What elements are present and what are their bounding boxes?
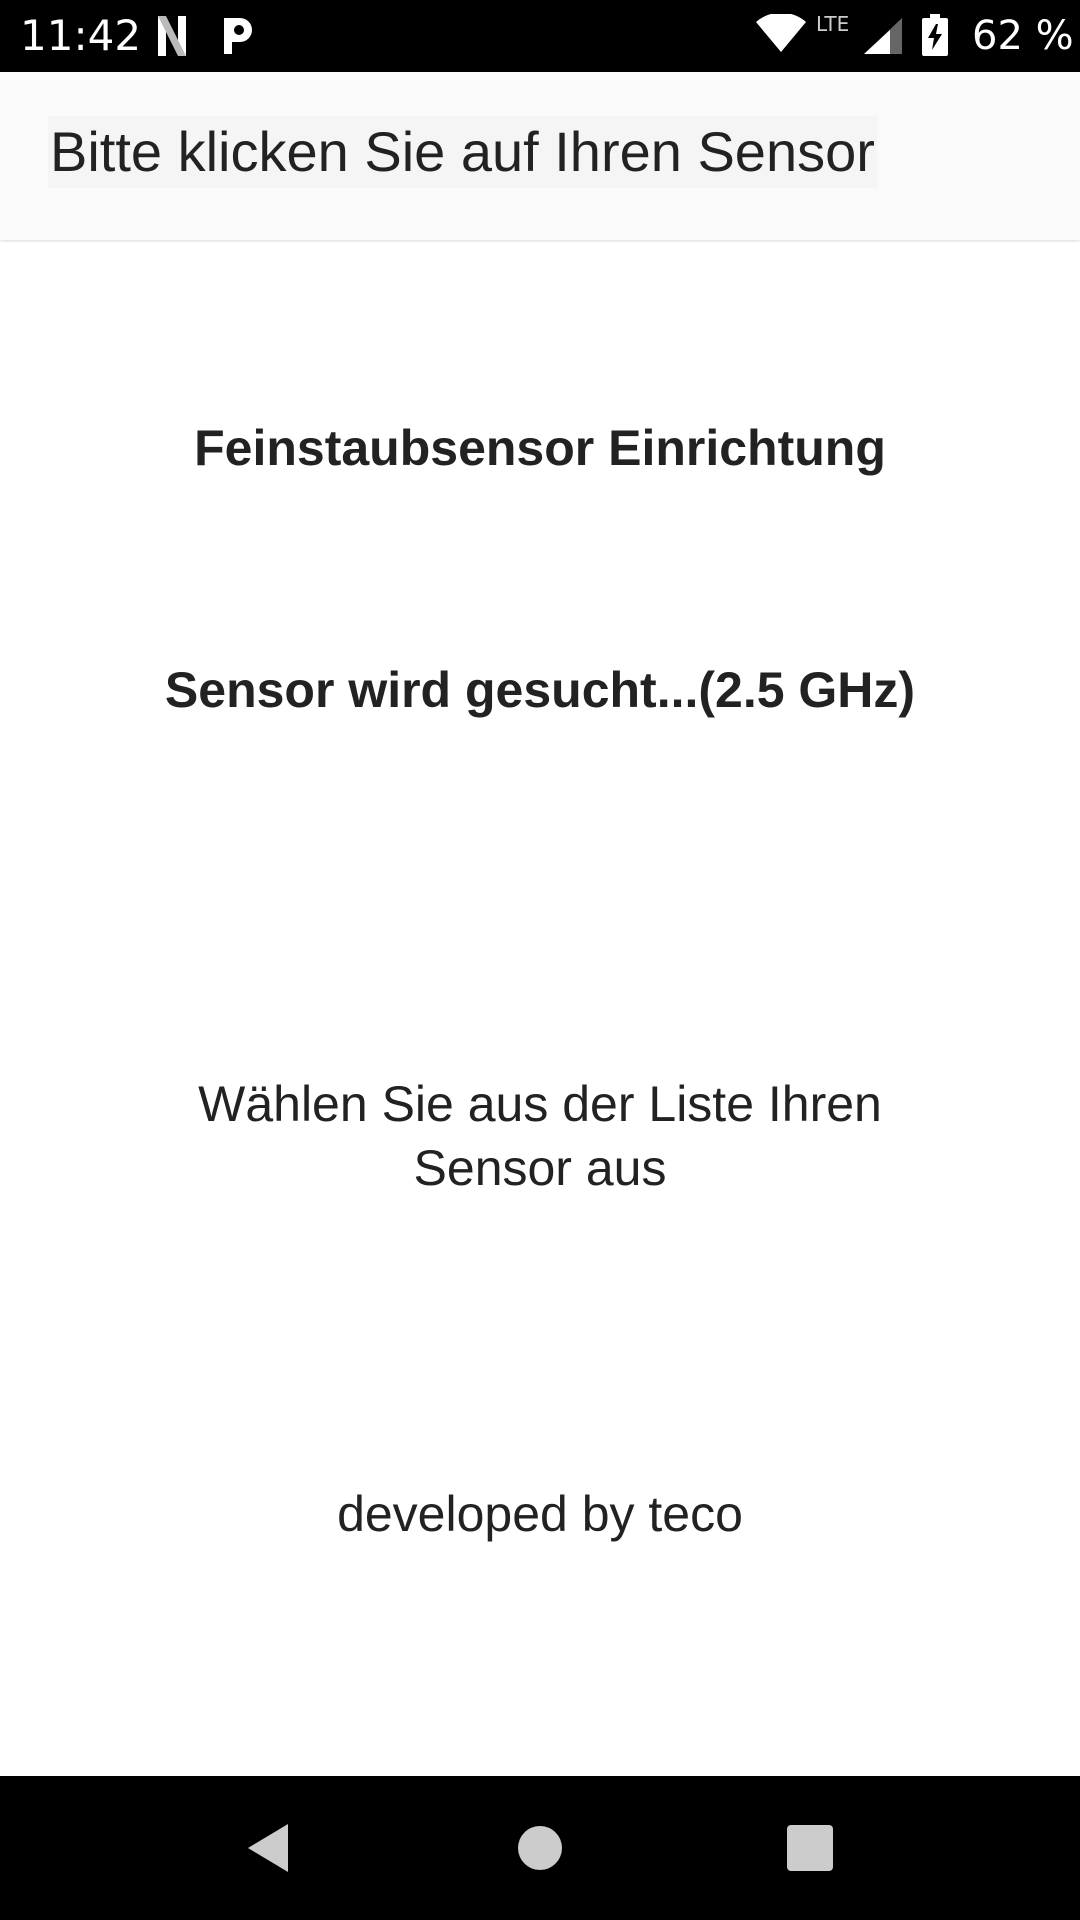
recents-icon	[787, 1825, 833, 1871]
back-icon	[248, 1824, 288, 1872]
app-bar-title: Bitte klicken Sie auf Ihren Sensor	[48, 116, 877, 188]
back-button[interactable]	[240, 1818, 300, 1878]
home-button[interactable]	[510, 1818, 570, 1878]
battery-percent: 62 %	[972, 13, 1074, 59]
recents-button[interactable]	[780, 1818, 840, 1878]
instruction-text: Wählen Sie aus der Liste Ihren Sensor au…	[198, 1076, 882, 1196]
network-type-label: LTE	[816, 12, 850, 36]
parking-icon	[222, 16, 254, 56]
status-bar: 11:42 LTE 62 %	[0, 0, 1080, 72]
developer-credit: developed by teco	[337, 1486, 743, 1542]
wifi-icon	[756, 12, 806, 52]
home-icon	[518, 1826, 562, 1870]
search-status: Sensor wird gesucht...(2.5 GHz)	[164, 662, 916, 718]
battery-charging-icon	[922, 14, 948, 56]
signal-icon	[864, 18, 902, 54]
netflix-icon	[158, 16, 186, 56]
page-heading: Feinstaubsensor Einrichtung	[194, 420, 886, 476]
status-time: 11:42	[20, 11, 142, 60]
